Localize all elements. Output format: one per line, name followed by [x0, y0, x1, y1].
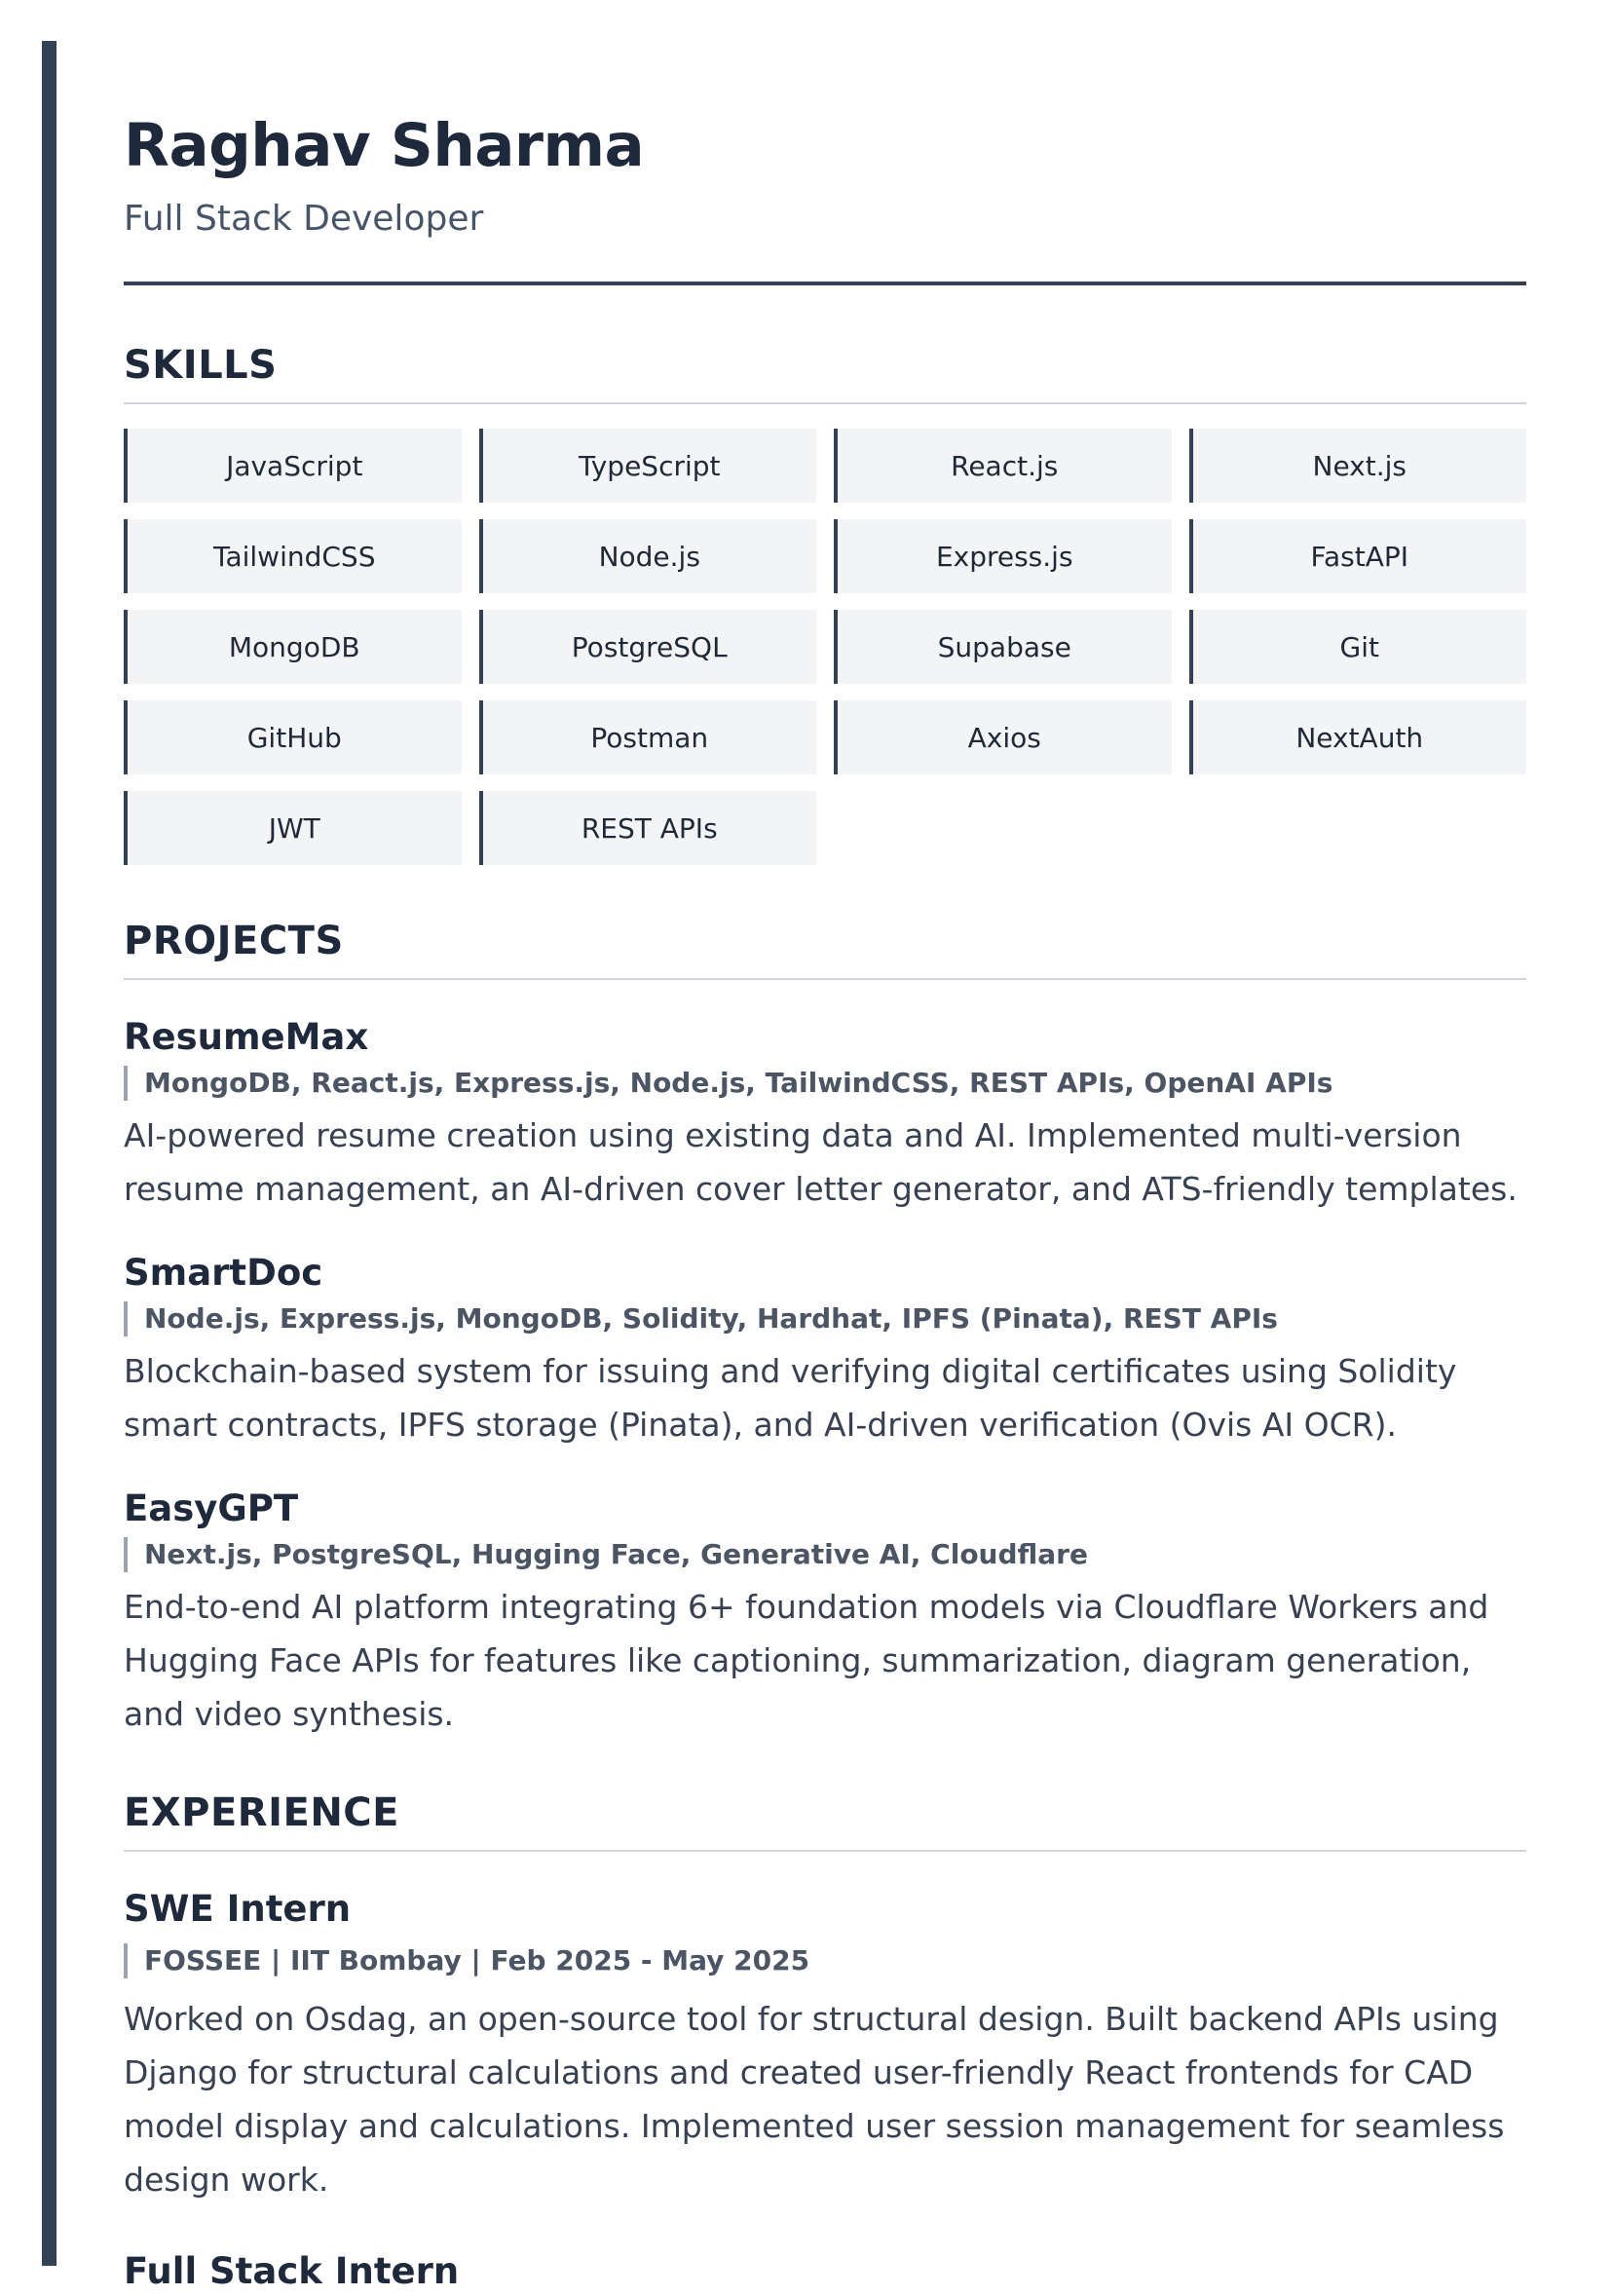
header-divider [124, 282, 1526, 285]
skill-chip: PostgreSQL [478, 610, 816, 684]
project-item: SmartDoc Node.js, Express.js, MongoDB, S… [124, 1249, 1526, 1451]
resume-content: Raghav Sharma Full Stack Developer SKILL… [124, 102, 1526, 2296]
project-stack: Next.js, PostgreSQL, Hugging Face, Gener… [124, 1537, 1526, 1572]
experience-role: SWE Intern [124, 1888, 352, 1930]
skill-chip: React.js [834, 429, 1172, 503]
projects-section: PROJECTS ResumeMax MongoDB, React.js, Ex… [124, 914, 1526, 1741]
skill-chip: REST APIs [478, 791, 816, 865]
experience-item: SWE Intern FOSSEE | IIT Bombay | Feb 202… [124, 1885, 1526, 2206]
skill-chip: Postman [478, 700, 816, 774]
experience-meta: FOSSEE | IIT Bombay | Feb 2025 - May 202… [124, 1943, 1526, 1978]
skill-chip: Supabase [834, 610, 1172, 684]
resume-header: Raghav Sharma Full Stack Developer [124, 102, 1526, 285]
skill-chip: GitHub [124, 700, 462, 774]
skills-grid: JavaScript TypeScript React.js Next.js T… [124, 429, 1526, 865]
experience-section: EXPERIENCE SWE Intern FOSSEE | IIT Bomba… [124, 1786, 1526, 2296]
project-name: ResumeMax [124, 1016, 369, 1058]
experience-role: Full Stack Intern [124, 2250, 460, 2292]
skill-chip: TailwindCSS [124, 519, 462, 593]
candidate-role: Full Stack Developer [124, 199, 484, 239]
section-divider [124, 402, 1526, 404]
section-divider [124, 1850, 1526, 1852]
project-description: AI-powered resume creation using existin… [124, 1116, 1518, 1208]
section-title-skills: SKILLS [124, 343, 278, 388]
skill-chip: Axios [834, 700, 1172, 774]
project-stack: Node.js, Express.js, MongoDB, Solidity, … [124, 1301, 1526, 1336]
experience-item: Full Stack Intern [124, 2247, 1526, 2296]
skill-chip: TypeScript [478, 429, 816, 503]
skill-chip: FastAPI [1188, 519, 1526, 593]
project-description: End-to-end AI platform integrating 6+ fo… [124, 1588, 1489, 1733]
project-name: SmartDoc [124, 1252, 323, 1294]
accent-bar [42, 41, 56, 2266]
experience-description: Worked on Osdag, an open-source tool for… [124, 2000, 1505, 2199]
project-description: Blockchain-based system for issuing and … [124, 1352, 1457, 1444]
skills-section: SKILLS JavaScript TypeScript React.js Ne… [124, 338, 1526, 865]
skill-chip: Express.js [834, 519, 1172, 593]
section-title-experience: EXPERIENCE [124, 1790, 399, 1835]
skill-chip: Git [1188, 610, 1526, 684]
skill-chip: JavaScript [124, 429, 462, 503]
project-item: ResumeMax MongoDB, React.js, Express.js,… [124, 1013, 1526, 1216]
skill-chip: MongoDB [124, 610, 462, 684]
skill-chip: NextAuth [1188, 700, 1526, 774]
project-stack: MongoDB, React.js, Express.js, Node.js, … [124, 1066, 1526, 1101]
project-item: EasyGPT Next.js, PostgreSQL, Hugging Fac… [124, 1485, 1526, 1741]
skill-chip: Node.js [478, 519, 816, 593]
skill-chip: Next.js [1188, 429, 1526, 503]
section-divider [124, 978, 1526, 980]
project-name: EasyGPT [124, 1487, 299, 1529]
candidate-name: Raghav Sharma [124, 111, 645, 180]
section-title-projects: PROJECTS [124, 919, 344, 963]
skill-chip: JWT [124, 791, 462, 865]
